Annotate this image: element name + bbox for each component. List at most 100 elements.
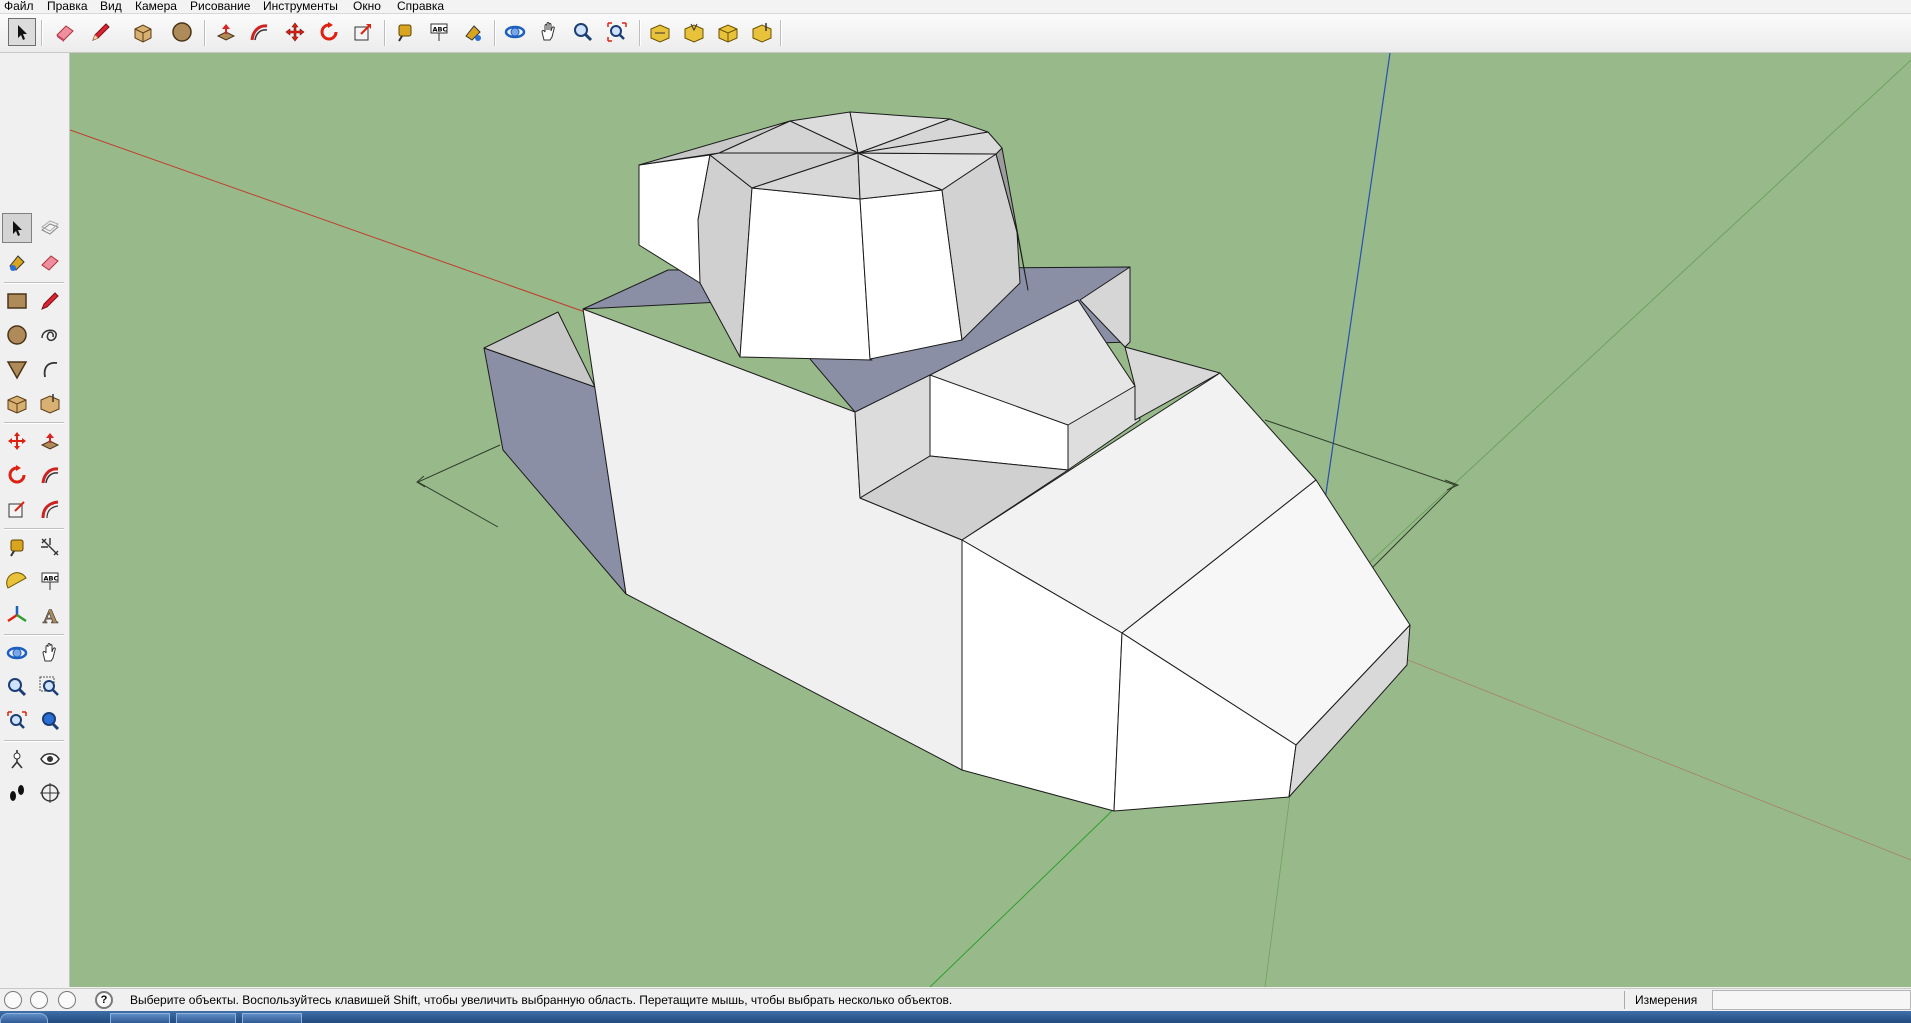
lt-freehand-button[interactable] (35, 320, 65, 350)
lt-rectangle-button[interactable] (2, 286, 32, 316)
lt-position-camera-button[interactable] (2, 744, 32, 774)
menu-file[interactable]: Файл (3, 0, 35, 13)
eraser-tool-button[interactable] (51, 18, 79, 46)
text-tool-button[interactable]: ABC (425, 18, 453, 46)
lt-offset-button[interactable] (35, 494, 65, 524)
lt-walk-button[interactable] (2, 778, 32, 808)
lt-axes-button[interactable] (2, 600, 32, 630)
protractor-icon (6, 572, 27, 589)
tape-measure-tool-button[interactable] (391, 18, 419, 46)
menu-view[interactable]: Вид (99, 0, 123, 13)
svg-text:A: A (42, 606, 58, 626)
lt-section-plane-button[interactable] (35, 778, 65, 808)
tape-measure-icon (398, 24, 412, 42)
arc-icon (43, 361, 58, 378)
lt-make-component-button[interactable] (35, 213, 65, 243)
lt-protractor-button[interactable] (2, 566, 32, 596)
freehand-icon (41, 329, 57, 342)
toolset-separator (4, 282, 64, 284)
lt-section-button[interactable] (2, 388, 32, 418)
taskbar-app-3[interactable] (242, 1013, 302, 1023)
zoom-icon (574, 23, 593, 42)
lt-line-button[interactable] (35, 286, 65, 316)
orbit-icon (504, 25, 526, 39)
lt-previous-view-button[interactable] (35, 706, 65, 736)
lt-push-pull-button[interactable] (35, 426, 65, 456)
taskbar-app-2[interactable] (176, 1013, 236, 1023)
model-canvas[interactable] (70, 53, 1911, 987)
svg-text:ABC: ABC (433, 26, 448, 34)
lt-text-button[interactable]: ABC (35, 566, 65, 596)
lt-rotate-button[interactable] (2, 460, 32, 490)
scale-icon (354, 24, 371, 41)
lt-orbit-button[interactable] (2, 638, 32, 668)
lt-arc-button[interactable] (35, 354, 65, 384)
user-icon[interactable] (58, 991, 76, 1009)
menu-draw[interactable]: Рисование (189, 0, 251, 13)
scene-1-button[interactable] (646, 18, 674, 46)
zoom-extents-icon (7, 711, 27, 729)
circle-icon (7, 325, 27, 345)
zoom-extents-tool-button[interactable] (603, 18, 631, 46)
lt-tape-measure-button[interactable] (2, 532, 32, 562)
lt-select-button[interactable] (2, 213, 32, 243)
taskbar-app-1[interactable] (110, 1013, 170, 1023)
move-tool-button[interactable] (281, 18, 309, 46)
start-button[interactable] (0, 1013, 48, 1023)
scene-4-button[interactable] (748, 18, 776, 46)
lt-follow-me-button[interactable] (35, 460, 65, 490)
zoom-window-icon (39, 676, 59, 696)
lt-section-2-button[interactable] (35, 388, 65, 418)
lt-circle-button[interactable] (2, 320, 32, 350)
menu-camera[interactable]: Камера (134, 0, 178, 13)
pan-tool-button[interactable] (535, 18, 563, 46)
lt-scale-button[interactable] (2, 494, 32, 524)
lt-look-around-button[interactable] (35, 744, 65, 774)
lt-paint-bucket-button[interactable] (2, 247, 32, 277)
lt-3d-text-button[interactable]: A (35, 600, 65, 630)
scene-3-button[interactable] (714, 18, 742, 46)
lt-zoom-window-button[interactable] (35, 672, 65, 702)
menu-window[interactable]: Окно (352, 0, 382, 13)
lt-eraser-button[interactable] (35, 247, 65, 277)
lt-polygon-button[interactable] (2, 354, 32, 384)
lt-move-button[interactable] (2, 426, 32, 456)
push-pull-icon (40, 433, 60, 450)
scene-2-button[interactable] (680, 18, 708, 46)
position-camera-icon (11, 750, 23, 769)
menu-tools[interactable]: Инструменты (262, 0, 339, 13)
toolset-separator (4, 422, 64, 424)
select-tool-button[interactable] (8, 18, 36, 46)
lt-zoom-extents-button[interactable] (2, 706, 32, 736)
section-2-icon (40, 394, 60, 414)
push-pull-tool-button[interactable] (212, 18, 240, 46)
model-viewport[interactable] (70, 53, 1911, 987)
paint-bucket-tool-button[interactable] (129, 18, 157, 46)
circle-tool-button[interactable] (168, 18, 196, 46)
lt-zoom-button[interactable] (2, 672, 32, 702)
text-icon: ABC (430, 23, 448, 41)
offset-icon (41, 500, 59, 519)
orbit-tool-button[interactable] (501, 18, 529, 46)
lt-pan-button[interactable] (35, 638, 65, 668)
pencil-tool-button[interactable] (87, 18, 115, 46)
menu-help[interactable]: Справка (396, 0, 445, 13)
follow-me-tool-button[interactable] (245, 18, 273, 46)
paint-tool-button[interactable] (459, 18, 487, 46)
orbit-icon (6, 646, 28, 660)
geo-location-icon[interactable] (4, 991, 22, 1009)
help-icon[interactable]: ? (95, 991, 113, 1009)
large-tool-set: ABC A (0, 53, 70, 987)
make-component-icon (41, 220, 59, 235)
toolset-separator (4, 740, 64, 742)
pan-icon (42, 643, 56, 662)
scale-tool-button[interactable] (349, 18, 377, 46)
measurements-input[interactable] (1712, 990, 1911, 1010)
move-icon (8, 432, 26, 450)
rotate-tool-button[interactable] (315, 18, 343, 46)
zoom-tool-button[interactable] (569, 18, 597, 46)
credits-icon[interactable] (30, 991, 48, 1009)
menu-edit[interactable]: Правка (46, 0, 89, 13)
toolbar-separator (41, 20, 43, 46)
lt-dimension-button[interactable] (35, 532, 65, 562)
